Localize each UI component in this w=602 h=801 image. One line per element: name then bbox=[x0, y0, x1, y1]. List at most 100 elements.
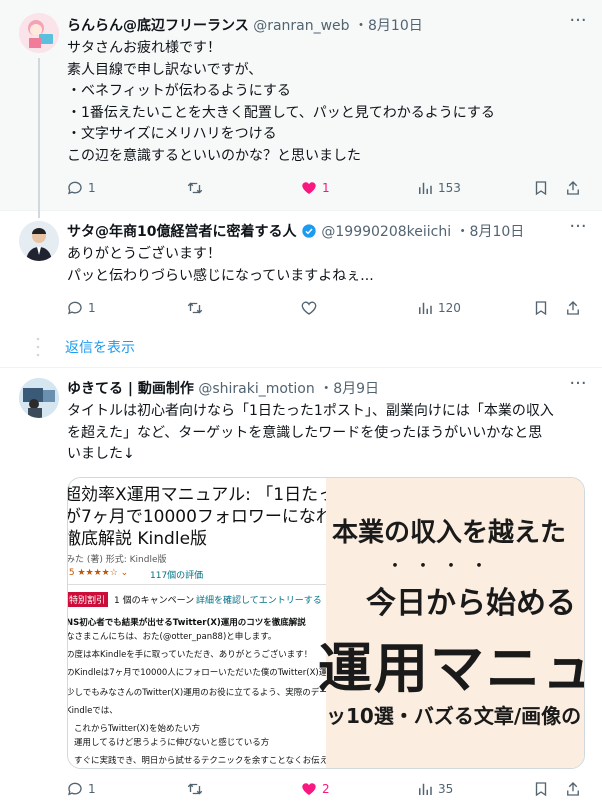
cover-line: 今日から始める bbox=[366, 586, 576, 621]
reply-tweet-1: らんらん@底辺フリーランス @ranran_web ・8月10日 ··· サタさ… bbox=[0, 0, 602, 211]
share-button[interactable] bbox=[564, 296, 582, 320]
cover-line: 本業の収入を越えた bbox=[332, 518, 567, 548]
author-handle[interactable]: @shiraki_motion bbox=[198, 381, 314, 397]
tweet-date[interactable]: ・8月9日 bbox=[319, 381, 379, 397]
retweet-button[interactable] bbox=[186, 777, 204, 801]
more-icon[interactable]: ··· bbox=[568, 375, 588, 398]
share-button[interactable] bbox=[564, 777, 582, 801]
share-icon bbox=[567, 782, 579, 796]
description-line: 少しでもみなさんのTwitter(X)運用のお役に立てるよう、実際のデータ bbox=[67, 688, 337, 698]
like-button[interactable]: 1 bbox=[300, 176, 330, 200]
author-handle[interactable]: @ranran_web bbox=[253, 18, 349, 34]
description-line: なさまこんにちは、おた(@otter_pan88)と申します。 bbox=[67, 632, 277, 642]
avatar[interactable] bbox=[19, 221, 59, 261]
author-name[interactable]: サタ@年商10億経営者に密着する人 bbox=[67, 224, 296, 240]
book-ratings-count: 117個の評価 bbox=[150, 571, 204, 581]
bookmark-button[interactable] bbox=[532, 296, 550, 320]
tweet-actions: 1 120 bbox=[60, 296, 590, 320]
share-button[interactable] bbox=[564, 176, 582, 200]
reply-tweet-3: ゆきてる | 動画制作 @shiraki_motion ・8月9日 ··· タイ… bbox=[0, 367, 602, 801]
heart-icon bbox=[301, 301, 317, 315]
cover-dots: ・・・・ bbox=[386, 556, 498, 577]
show-replies-link[interactable]: 返信を表示 bbox=[65, 337, 135, 357]
tweet-line: サタさんお疲れ様です！ bbox=[67, 40, 221, 56]
description-line: のKindleは7ヶ月で10000人にフォローいただいた僕のTwitter(X)… bbox=[67, 668, 328, 678]
share-icon bbox=[567, 301, 579, 315]
tweet-header: ゆきてる | 動画制作 @shiraki_motion ・8月9日 bbox=[67, 379, 552, 399]
bookmark-icon bbox=[535, 301, 547, 316]
tweet-text: ありがとうございます！ パッと伝わりづらい感じになっていますよねぇ... bbox=[67, 244, 580, 287]
author-handle[interactable]: @19990208keiichi bbox=[321, 224, 451, 240]
avatar[interactable] bbox=[19, 13, 59, 53]
retweet-button[interactable] bbox=[186, 296, 204, 320]
avatar[interactable] bbox=[19, 378, 59, 418]
views-button[interactable]: 120 bbox=[416, 296, 461, 320]
tweet-text: サタさんお疲れ様です！ 素人目線で申し訳ないですが、 ・ベネフィットが伝わるよう… bbox=[67, 38, 580, 167]
verified-badge-icon bbox=[302, 224, 316, 238]
like-button[interactable]: 2 bbox=[300, 777, 330, 801]
reply-button[interactable]: 1 bbox=[66, 296, 96, 320]
reply-icon bbox=[67, 301, 82, 315]
tweet-line: 素人目線で申し訳ないですが、 bbox=[67, 61, 263, 78]
book-rating: .5 ★★★★☆ ⌄ bbox=[67, 568, 129, 578]
bookmark-icon bbox=[535, 782, 547, 797]
like-count: 1 bbox=[322, 181, 330, 195]
tweet-line: この辺を意識するといいのかな？と思いました bbox=[67, 147, 361, 164]
heart-icon bbox=[302, 783, 316, 795]
tweet-line: を超えた」など、ターゲットを意識したワードを使ったほうがいいかなと思 bbox=[67, 424, 543, 441]
author-name[interactable]: ゆきてる | 動画制作 bbox=[67, 381, 194, 397]
cover-line: ッ10選・バズる文章/画像の bbox=[326, 704, 582, 728]
description-line: NS初心者でも結果が出せるTwitter(X)運用のコツを徹底解説 bbox=[67, 618, 306, 628]
views-icon bbox=[419, 302, 432, 314]
campaign-count: 1 個のキャンペーン bbox=[114, 596, 195, 606]
kindle-page-screenshot: 超効率X運用マニュアル: 「1日たっ が7ヶ月で10000フォロワーになれ 徹底… bbox=[67, 478, 337, 768]
tweet-line: ありがとうございます！ bbox=[67, 246, 221, 262]
tweet-line: タイトルは初心者向けなら「1日たった1ポスト」、副業向けには「本業の収入 bbox=[67, 403, 554, 419]
heart-icon bbox=[302, 182, 316, 194]
author-name[interactable]: らんらん@底辺フリーランス bbox=[67, 18, 249, 34]
reply-count: 1 bbox=[88, 782, 96, 796]
more-icon[interactable]: ··· bbox=[568, 218, 588, 241]
views-icon bbox=[419, 783, 432, 795]
book-description: NS初心者でも結果が出せるTwitter(X)運用のコツを徹底解説 なさまこんに… bbox=[67, 616, 337, 768]
more-icon[interactable]: ··· bbox=[568, 12, 588, 35]
view-count: 153 bbox=[438, 181, 461, 195]
share-icon bbox=[567, 181, 579, 195]
thread-line bbox=[38, 58, 40, 210]
tweet-actions: 1 2 35 bbox=[60, 777, 590, 801]
tweet-date[interactable]: ・8月10日 bbox=[354, 18, 423, 34]
bookmark-button[interactable] bbox=[532, 176, 550, 200]
retweet-icon bbox=[187, 182, 203, 194]
like-button[interactable] bbox=[300, 296, 318, 320]
tweet-line: パッと伝わりづらい感じになっていますよねぇ... bbox=[67, 267, 374, 284]
reply-count: 1 bbox=[88, 181, 96, 195]
campaign-link: 詳細を確認してエントリーする ⌄ bbox=[196, 596, 333, 606]
book-title-line: 超効率X運用マニュアル: 「1日たっ bbox=[67, 485, 336, 505]
view-count: 35 bbox=[438, 782, 454, 796]
retweet-button[interactable] bbox=[186, 176, 204, 200]
description-line: 運用してるけど思うように伸びないと感じている方 bbox=[74, 738, 270, 748]
attached-image[interactable]: 超効率X運用マニュアル: 「1日たっ が7ヶ月で10000フォロワーになれ 徹底… bbox=[67, 477, 585, 769]
view-count: 120 bbox=[438, 301, 461, 315]
cover-line: 運用マニュア bbox=[318, 637, 584, 700]
description-line: すぐに実践でき、明日から試せるテクニックを余すことなくお伝えし bbox=[74, 756, 337, 766]
reply-tweet-2: サタ@年商10億経営者に密着する人 @19990208keiichi ・8月10… bbox=[0, 210, 602, 368]
retweet-icon bbox=[187, 783, 203, 795]
retweet-icon bbox=[187, 302, 203, 314]
views-button[interactable]: 35 bbox=[416, 777, 453, 801]
tweet-line: ・文字サイズにメリハリをつける bbox=[67, 126, 277, 142]
thread-line bbox=[38, 210, 40, 218]
reply-button[interactable]: 1 bbox=[66, 777, 96, 801]
reply-icon bbox=[67, 782, 82, 796]
bookmark-button[interactable] bbox=[532, 777, 550, 801]
tweet-date[interactable]: ・8月10日 bbox=[456, 224, 525, 240]
tweet-line: ・ベネフィットが伝わるようにする bbox=[67, 83, 291, 99]
views-button[interactable]: 153 bbox=[416, 176, 461, 200]
like-count: 2 bbox=[322, 782, 330, 796]
reply-button[interactable]: 1 bbox=[66, 176, 96, 200]
tweet-header: らんらん@底辺フリーランス @ranran_web ・8月10日 bbox=[67, 16, 552, 36]
views-icon bbox=[419, 182, 432, 194]
manual-cover-image: 本業の収入を越えた ・・・・ 今日から始める 運用マニュア ッ10選・バズる文章… bbox=[318, 478, 584, 768]
tweet-line: いました↓ bbox=[67, 446, 135, 462]
discount-badge: 特別割引 bbox=[68, 592, 109, 607]
